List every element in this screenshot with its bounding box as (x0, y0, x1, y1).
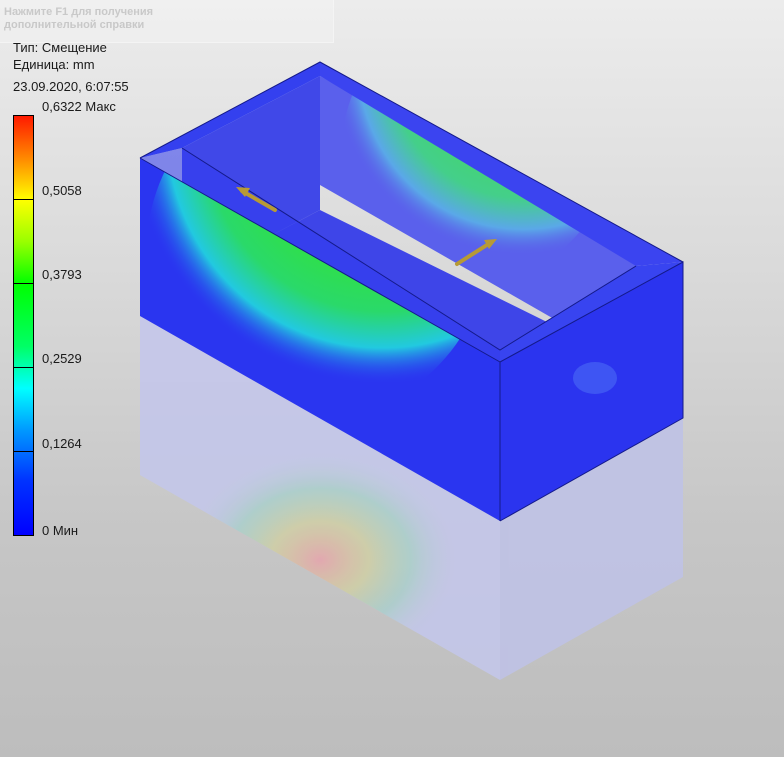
model-viewport[interactable] (0, 0, 784, 757)
